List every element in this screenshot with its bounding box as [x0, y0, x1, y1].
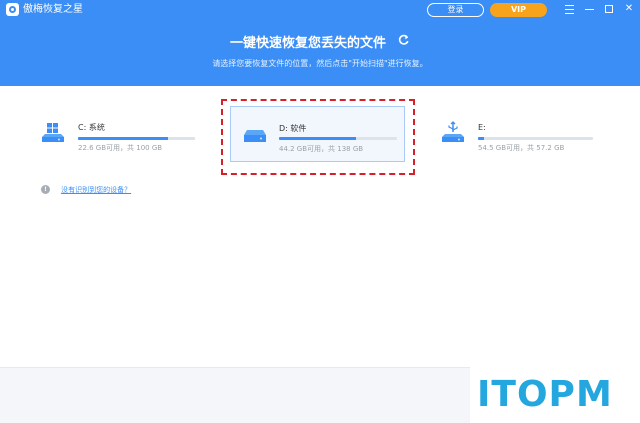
menu-icon[interactable] — [562, 2, 576, 16]
close-icon[interactable]: ✕ — [622, 2, 636, 16]
watermark: ITOPM — [470, 366, 640, 423]
minimize-icon[interactable] — [582, 2, 596, 16]
watermark-logo: ITOPM — [477, 374, 613, 415]
usb-drive-icon — [442, 121, 464, 142]
vip-button[interactable]: VIP — [490, 3, 547, 17]
info-icon: ! — [41, 185, 50, 194]
maximize-icon[interactable] — [602, 2, 616, 16]
usage-bar — [478, 137, 593, 140]
app-title: 傲梅恢复之星 — [23, 4, 83, 15]
help-link-text[interactable]: 没有识别到您的设备？ — [61, 185, 131, 195]
page-title: 一键快速恢复您丢失的文件 — [229, 36, 386, 51]
drive-name: C: 系统 — [78, 123, 105, 132]
drive-space: 54.5 GB可用，共 57.2 GB — [478, 144, 565, 152]
refresh-icon[interactable] — [397, 32, 410, 48]
header-banner: 傲梅恢复之星 登录 VIP ✕ 一键快速恢复您丢失的文件 请选择您要恢复文件的位… — [0, 0, 640, 86]
windows-drive-icon — [42, 123, 64, 142]
usage-bar — [78, 137, 195, 140]
headline: 一键快速恢复您丢失的文件 — [0, 32, 640, 51]
drive-space: 22.6 GB可用，共 100 GB — [78, 144, 163, 152]
selection-highlight — [221, 99, 415, 175]
login-button[interactable]: 登录 — [427, 3, 484, 17]
drive-c-card[interactable]: C: 系统 22.6 GB可用，共 100 GB — [38, 112, 198, 152]
instruction-text: 请选择您要恢复文件的位置，然后点击"开始扫描"进行恢复。 — [212, 59, 428, 68]
title-bar: 傲梅恢复之星 登录 VIP ✕ — [0, 0, 640, 20]
help-link[interactable]: ! 没有识别到您的设备？ — [41, 185, 131, 195]
app-logo-icon — [6, 3, 19, 16]
drive-name: E: — [478, 123, 486, 132]
drive-e-card[interactable]: E: 54.5 GB可用，共 57.2 GB — [438, 112, 598, 152]
